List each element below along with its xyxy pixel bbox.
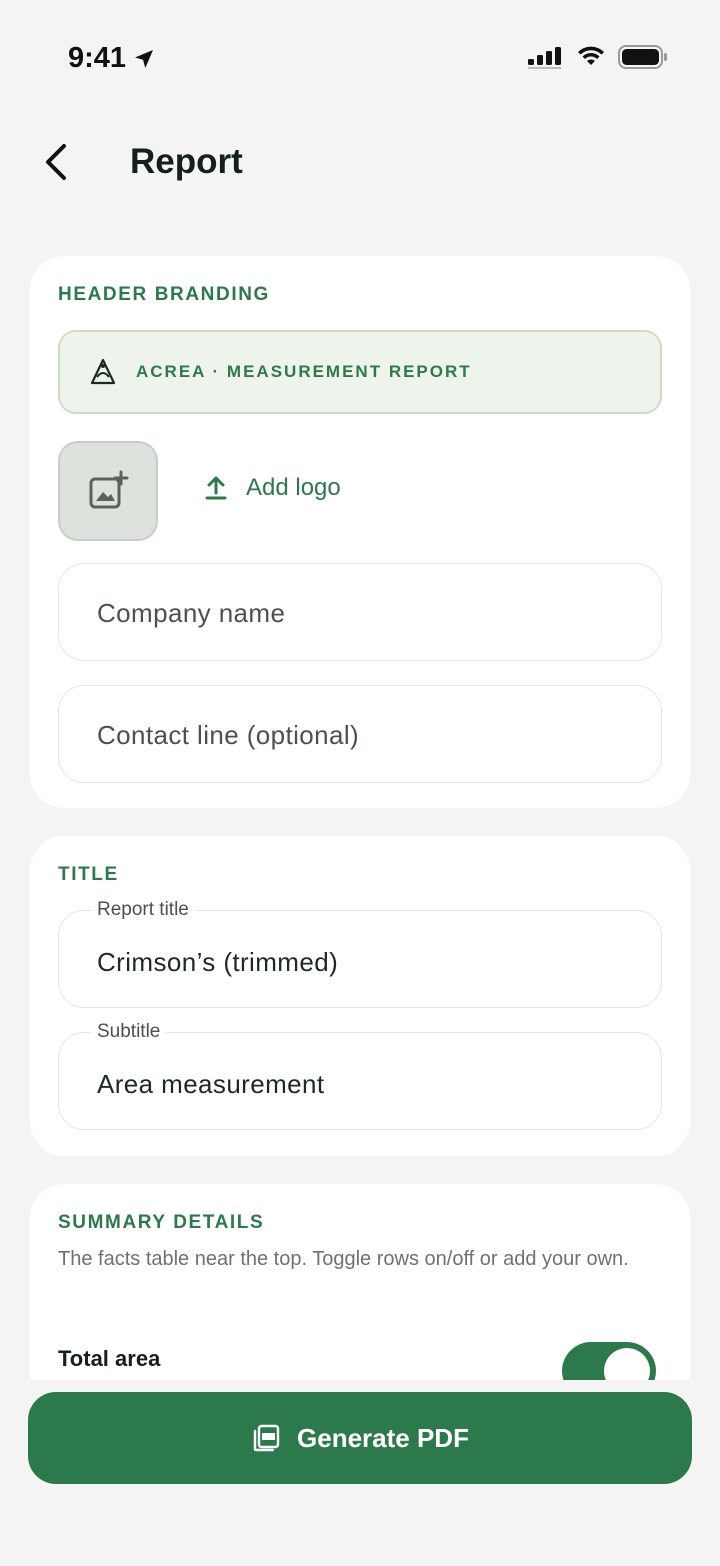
subtitle-field[interactable]: Subtitle Area measurement — [58, 1021, 662, 1130]
location-arrow-icon — [135, 49, 154, 68]
company-name-field[interactable]: Company name — [58, 563, 662, 661]
summary-row-label: Total area — [58, 1346, 161, 1371]
summary-details-description: The facts table near the top. Toggle row… — [58, 1248, 629, 1270]
status-icons — [528, 44, 668, 70]
logo-placeholder[interactable] — [58, 441, 158, 541]
contact-line-field[interactable]: Contact line (optional) — [58, 685, 662, 783]
status-bar: 9:41 — [0, 0, 720, 110]
summary-row-toggle[interactable] — [562, 1342, 656, 1380]
generate-pdf-button[interactable]: Generate PDF — [28, 1392, 692, 1484]
report-title-label: Report title — [91, 899, 195, 921]
summary-details-card: SUMMARY DETAILS The facts table near the… — [30, 1184, 690, 1380]
header-branding-card: HEADER BRANDING ACREA · MEASUREMENT REPO… — [30, 256, 690, 808]
title-card: TITLE Report title Crimson’s (trimmed) S… — [30, 836, 690, 1156]
branding-preview: ACREA · MEASUREMENT REPORT — [58, 330, 662, 414]
page-title: Report — [130, 142, 243, 181]
pdf-icon — [253, 1424, 280, 1452]
report-title-value: Crimson’s (trimmed) — [97, 947, 339, 977]
subtitle-value: Area measurement — [97, 1069, 325, 1099]
report-title-field[interactable]: Report title Crimson’s (trimmed) — [58, 899, 662, 1008]
chevron-left-icon — [46, 144, 66, 180]
branding-preview-text: ACREA · MEASUREMENT REPORT — [136, 362, 472, 381]
toggle-knob — [604, 1348, 650, 1380]
contact-line-placeholder: Contact line (optional) — [97, 720, 360, 750]
report-screen: 9:41 Report HEADER BRANDING ACREA · MEAS… — [0, 0, 720, 1566]
add-logo-button[interactable]: Add logo — [204, 474, 341, 502]
status-time: 9:41 — [68, 42, 156, 75]
add-logo-label: Add logo — [246, 474, 341, 501]
subtitle-label: Subtitle — [91, 1021, 167, 1043]
summary-details-label: SUMMARY DETAILS — [58, 1212, 265, 1233]
back-button[interactable] — [34, 140, 78, 184]
add-image-icon — [89, 470, 129, 509]
generate-pdf-label: Generate PDF — [297, 1422, 469, 1453]
acrea-logo-icon — [90, 358, 116, 385]
battery-icon — [618, 45, 667, 69]
cellular-signal-icon — [528, 47, 561, 69]
status-time-text: 9:41 — [68, 42, 127, 74]
title-section-label: TITLE — [58, 864, 119, 885]
company-name-placeholder: Company name — [97, 598, 286, 628]
upload-icon — [205, 476, 227, 500]
wifi-icon — [578, 46, 604, 65]
header-branding-label: HEADER BRANDING — [58, 284, 270, 305]
